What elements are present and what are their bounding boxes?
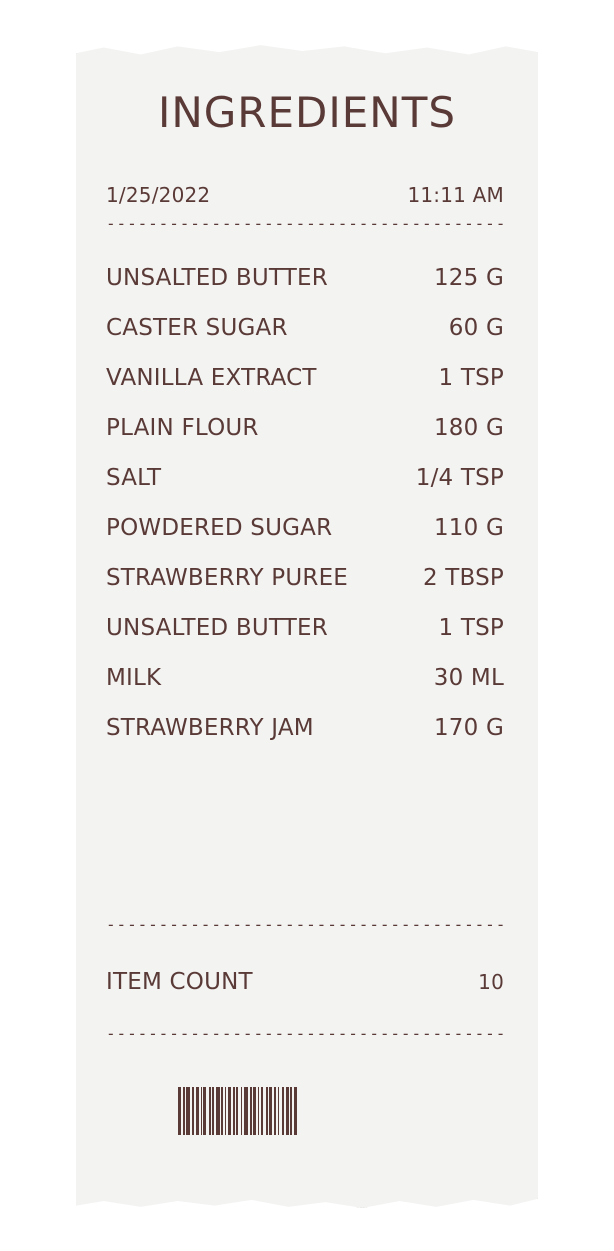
ingredient-row: PLAIN FLOUR 180 G bbox=[106, 415, 504, 441]
barcode-bar bbox=[258, 1087, 259, 1135]
ingredient-qty: 1 TSP bbox=[438, 615, 504, 641]
ingredient-name: UNSALTED BUTTER bbox=[106, 615, 328, 641]
barcode-bar bbox=[212, 1087, 214, 1135]
separator-top: ----------------------------------------… bbox=[106, 214, 506, 233]
ingredient-row: STRAWBERRY JAM 170 G bbox=[106, 715, 504, 741]
barcode-bar bbox=[294, 1087, 297, 1135]
barcode-bar bbox=[209, 1087, 211, 1135]
ingredient-name: STRAWBERRY PUREE bbox=[106, 565, 349, 591]
ingredient-name: PLAIN FLOUR bbox=[106, 415, 259, 441]
barcode-icon bbox=[178, 1087, 297, 1135]
item-count-label: ITEM COUNT bbox=[106, 969, 253, 995]
ingredient-row: MILK 30 ML bbox=[106, 665, 504, 691]
item-count-row: ITEM COUNT 10 bbox=[106, 969, 504, 995]
separator-bottom: ----------------------------------------… bbox=[106, 1024, 506, 1043]
barcode-bar bbox=[183, 1087, 185, 1135]
ingredient-row: STRAWBERRY PUREE 2 TBSP bbox=[106, 565, 504, 591]
ingredient-row: UNSALTED BUTTER 1 TSP bbox=[106, 615, 504, 641]
barcode-bar bbox=[261, 1087, 263, 1135]
barcode-bar bbox=[253, 1087, 256, 1135]
ingredient-row: SALT 1/4 TSP bbox=[106, 465, 504, 491]
barcode-bar bbox=[286, 1087, 289, 1135]
barcode-bar bbox=[269, 1087, 272, 1135]
receipt-title: INGREDIENTS bbox=[157, 88, 457, 137]
ingredient-name: UNSALTED BUTTER bbox=[106, 265, 328, 291]
barcode-bar bbox=[225, 1087, 226, 1135]
barcode-bar bbox=[244, 1087, 248, 1135]
ingredient-row: UNSALTED BUTTER 125 G bbox=[106, 265, 504, 291]
barcode-bar bbox=[178, 1087, 181, 1135]
barcode-bar bbox=[201, 1087, 202, 1135]
ingredient-name: MILK bbox=[106, 665, 162, 691]
barcode-bar bbox=[290, 1087, 292, 1135]
receipt-time: 11:11 AM bbox=[407, 183, 504, 207]
ingredient-qty: 30 ML bbox=[433, 665, 504, 691]
barcode-bar bbox=[278, 1087, 279, 1135]
barcode-bar bbox=[203, 1087, 206, 1135]
ingredient-qty: 2 TBSP bbox=[422, 565, 504, 591]
barcode-bar bbox=[186, 1087, 190, 1135]
ingredient-qty: 1 TSP bbox=[438, 365, 504, 391]
barcode-bar bbox=[233, 1087, 235, 1135]
barcode-bar bbox=[274, 1087, 276, 1135]
barcode-bar bbox=[266, 1087, 268, 1135]
ingredient-row: VANILLA EXTRACT 1 TSP bbox=[106, 365, 504, 391]
barcode-bar bbox=[228, 1087, 231, 1135]
ingredient-name: VANILLA EXTRACT bbox=[106, 365, 317, 391]
ingredient-qty: 60 G bbox=[448, 315, 504, 341]
ingredient-qty: 180 G bbox=[433, 415, 504, 441]
ingredient-qty: 1/4 TSP bbox=[415, 465, 504, 491]
separator-middle: ----------------------------------------… bbox=[106, 915, 506, 934]
barcode-bar bbox=[241, 1087, 242, 1135]
item-count-value: 10 bbox=[478, 970, 504, 994]
barcode-bar bbox=[282, 1087, 284, 1135]
barcode-bar bbox=[196, 1087, 199, 1135]
barcode-bar bbox=[216, 1087, 220, 1135]
ingredient-name: CASTER SUGAR bbox=[106, 315, 288, 341]
receipt-date: 1/25/2022 bbox=[106, 183, 211, 207]
ingredient-name: POWDERED SUGAR bbox=[106, 515, 333, 541]
ingredient-name: SALT bbox=[106, 465, 162, 491]
barcode-bar bbox=[192, 1087, 194, 1135]
ingredient-qty: 125 G bbox=[433, 265, 504, 291]
barcode-bar bbox=[221, 1087, 223, 1135]
ingredient-row: POWDERED SUGAR 110 G bbox=[106, 515, 504, 541]
ingredient-name: STRAWBERRY JAM bbox=[106, 715, 314, 741]
ingredient-qty: 110 G bbox=[433, 515, 504, 541]
ingredient-qty: 170 G bbox=[433, 715, 504, 741]
receipt-header-row: 1/25/2022 11:11 AM bbox=[106, 183, 504, 207]
ingredient-row: CASTER SUGAR 60 G bbox=[106, 315, 504, 341]
barcode-bar bbox=[236, 1087, 238, 1135]
barcode-bar bbox=[250, 1087, 252, 1135]
